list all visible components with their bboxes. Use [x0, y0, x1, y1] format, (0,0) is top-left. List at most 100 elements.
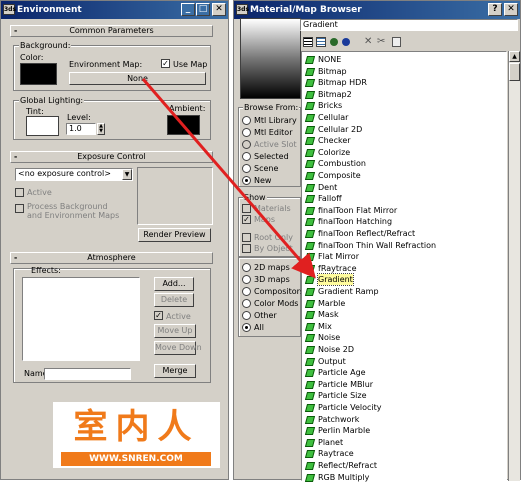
render-preview-button[interactable]: Render Preview: [138, 228, 211, 242]
map-list-item-label: Noise: [318, 333, 341, 343]
exposure-type-dropdown[interactable]: <no exposure control> ▼: [15, 168, 133, 181]
exposure-active-checkbox[interactable]: [15, 188, 24, 197]
level-label: Level:: [67, 113, 91, 122]
map-list-item-label: Bricks: [318, 101, 343, 111]
environment-window: 3ds Environment _ □ ✕ - Common Parameter…: [0, 0, 229, 480]
map-list-scrollbar[interactable]: ▲: [508, 51, 520, 481]
view-large-icons-icon[interactable]: [342, 38, 350, 46]
chevron-down-icon[interactable]: ▼: [122, 169, 132, 180]
minimize-button[interactable]: _: [181, 3, 195, 16]
map-list-item-label: Particle Age: [318, 368, 366, 378]
atmosphere-rollout-header[interactable]: - Atmosphere: [10, 252, 213, 264]
by-object-checkbox[interactable]: [242, 244, 251, 253]
radio-2d-maps[interactable]: [242, 263, 251, 272]
map-list-item-label: Checker: [318, 136, 351, 146]
process-background-label-line2: and Environment Maps: [27, 211, 120, 220]
map-list-item-label: Particle MBlur: [318, 379, 374, 389]
show-materials-checkbox[interactable]: [242, 204, 251, 213]
radio-other[interactable]: [242, 311, 251, 320]
radio-all-label: All: [254, 323, 264, 332]
background-label: Background:: [19, 41, 72, 50]
radio-mtl-editor[interactable]: [242, 128, 251, 137]
close-button[interactable]: ✕: [212, 3, 226, 16]
tint-color-swatch[interactable]: [26, 116, 59, 136]
help-button[interactable]: ?: [488, 3, 502, 16]
ambient-color-swatch[interactable]: [167, 115, 200, 135]
show-label: Show: [243, 193, 267, 202]
radio-compositors-label: Compositors: [254, 287, 305, 296]
process-background-checkbox[interactable]: [15, 204, 24, 213]
process-background-label: Process Background: [27, 202, 108, 211]
merge-button[interactable]: Merge: [154, 364, 196, 378]
browser-title: Material/Map Browser: [250, 5, 362, 15]
map-list-item-label: Reflect/Refract: [318, 461, 377, 470]
view-list-icons-icon[interactable]: [316, 37, 326, 47]
exposure-active-label: Active: [27, 188, 52, 197]
close-button[interactable]: ✕: [504, 3, 518, 16]
exposure-preview-box: [137, 167, 213, 225]
map-list-item-label: fRaytrace: [318, 263, 357, 273]
scroll-up-button[interactable]: ▲: [509, 51, 520, 62]
radio-new[interactable]: [242, 176, 251, 185]
root-only-label: Root Only: [254, 233, 293, 242]
map-name-field[interactable]: Gradient: [300, 19, 518, 31]
update-scene-icon[interactable]: ✕: [364, 36, 375, 47]
radio-color-mods-label: Color Mods: [254, 299, 299, 308]
radio-compositors[interactable]: [242, 287, 251, 296]
delete-effect-button[interactable]: Delete: [154, 293, 194, 307]
map-list-item-label: Mix: [318, 321, 332, 331]
map-list-item-label: Bitmap HDR: [318, 78, 367, 88]
map-list-item-label: Patchwork: [318, 414, 360, 424]
radio-color-mods[interactable]: [242, 299, 251, 308]
atmosphere-title: Atmosphere: [87, 253, 136, 262]
map-list-item-label: Particle Velocity: [318, 403, 382, 412]
root-only-checkbox[interactable]: [242, 233, 251, 242]
radio-all[interactable]: [242, 323, 251, 332]
use-map-label: Use Map: [173, 60, 208, 69]
map-list-item-label: Cellular: [318, 113, 349, 122]
map-list-item-label: Noise 2D: [318, 345, 354, 354]
effect-active-checkbox[interactable]: ✓: [154, 311, 163, 320]
environment-map-button[interactable]: None: [69, 72, 206, 85]
view-list-icon[interactable]: [303, 37, 313, 47]
map-list-item-label: Bitmap2: [318, 89, 352, 99]
level-field[interactable]: 1.0: [66, 123, 96, 135]
move-down-button[interactable]: Move Down: [154, 341, 202, 355]
radio-mtl-library-label: Mtl Library: [254, 116, 297, 125]
browser-title-bar[interactable]: 3ds Material/Map Browser ? ✕: [234, 1, 520, 19]
exposure-control-title: Exposure Control: [77, 152, 146, 161]
radio-3d-maps[interactable]: [242, 275, 251, 284]
map-list-item-label: Flat Mirror: [318, 252, 359, 262]
show-maps-checkbox[interactable]: ✓: [242, 215, 251, 224]
effect-active-label: Active: [166, 312, 191, 321]
level-spinner[interactable]: ▲ ▼: [97, 123, 105, 135]
effects-list[interactable]: [22, 277, 140, 361]
map-list-item-label: Mask: [318, 310, 339, 320]
map-list-item-label: Bitmap: [318, 66, 347, 76]
background-color-swatch[interactable]: [20, 63, 57, 85]
common-parameters-title: Common Parameters: [69, 26, 154, 35]
exposure-control-rollout-header[interactable]: - Exposure Control: [10, 151, 213, 163]
map-list-item-label: RGB Multiply: [318, 472, 370, 482]
maximize-button[interactable]: □: [196, 3, 210, 16]
view-small-icons-icon[interactable]: [330, 38, 338, 46]
map-list-item-label: Marble: [318, 298, 346, 308]
delete-icon[interactable]: ✂: [377, 36, 388, 47]
radio-active-slot-label: Active Slot: [254, 140, 297, 149]
radio-active-slot[interactable]: [242, 140, 251, 149]
add-effect-button[interactable]: Add...: [154, 277, 194, 291]
common-parameters-rollout-header[interactable]: - Common Parameters: [10, 25, 213, 37]
map-list-item-label: Raytrace: [318, 449, 354, 459]
scroll-thumb[interactable]: [509, 63, 520, 81]
move-up-button[interactable]: Move Up: [154, 324, 196, 338]
map-list-item-label: Composite: [318, 171, 361, 180]
environment-title-bar[interactable]: 3ds Environment _ □ ✕: [1, 1, 228, 19]
effect-name-field[interactable]: [44, 368, 131, 380]
radio-selected[interactable]: [242, 152, 251, 161]
map-list-item-label: Combustion: [318, 159, 366, 169]
radio-mtl-library[interactable]: [242, 116, 251, 125]
clear-icon[interactable]: [392, 37, 401, 47]
radio-scene[interactable]: [242, 164, 251, 173]
use-map-checkbox[interactable]: ✓: [161, 59, 170, 68]
global-lighting-label: Global Lighting:: [19, 96, 85, 105]
